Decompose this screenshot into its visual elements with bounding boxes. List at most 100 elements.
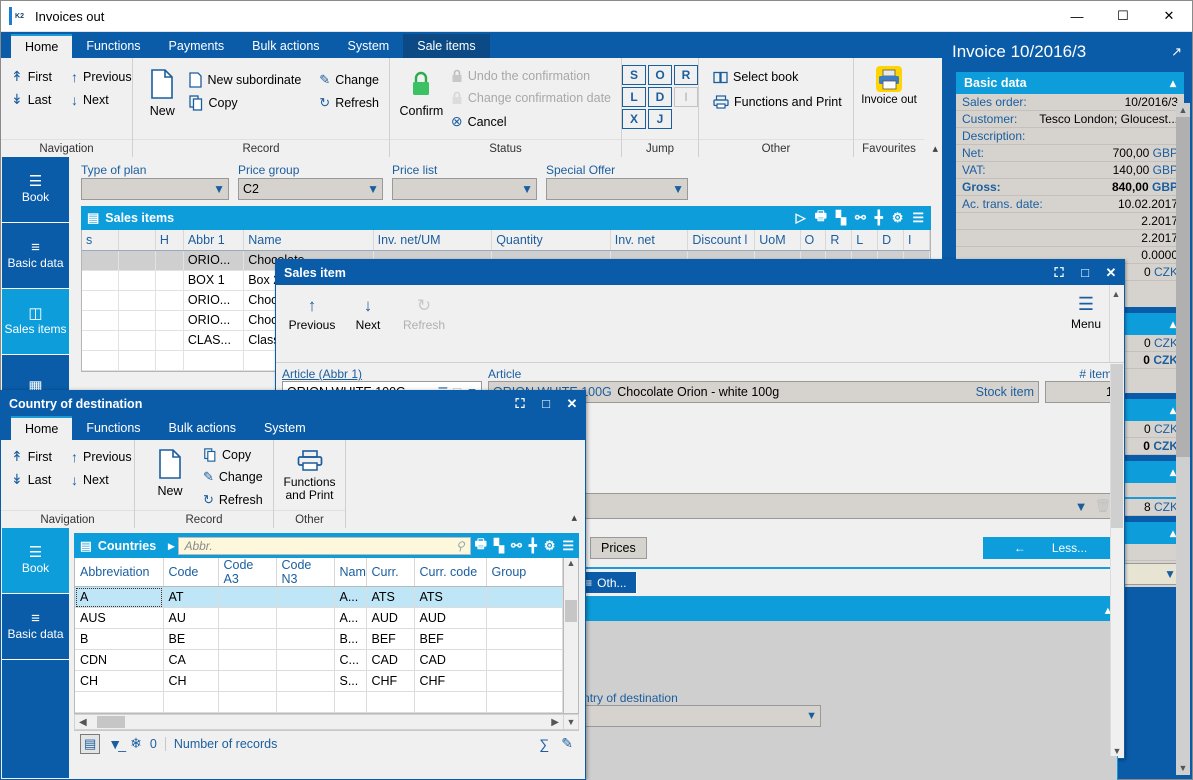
countries-vertical-scrollbar[interactable]: ▲ bbox=[564, 558, 579, 714]
scroll-up-icon[interactable]: ▲ bbox=[564, 558, 578, 568]
col-r[interactable]: R bbox=[825, 230, 853, 251]
price-list-input[interactable]: ▼ bbox=[392, 178, 537, 200]
ribbon-collapse-icon[interactable]: ▴ bbox=[932, 142, 938, 155]
col-h[interactable]: H bbox=[155, 230, 184, 251]
col-abbreviation[interactable]: Abbreviation bbox=[75, 558, 164, 587]
detail-panel-scrollbar[interactable]: ▲ ▼ bbox=[1176, 103, 1190, 775]
previous-button[interactable]: ↑ Previous bbox=[67, 66, 136, 87]
confirm-button[interactable]: Confirm bbox=[396, 62, 447, 118]
first-button[interactable]: ↟ First bbox=[7, 446, 59, 467]
jump-key-d[interactable]: D bbox=[648, 87, 672, 107]
print-icon[interactable]: 🖶 bbox=[815, 207, 827, 229]
sidebar-item-basic-data[interactable]: ≡ Basic data bbox=[2, 594, 69, 660]
col-curr-code[interactable]: Curr. code bbox=[414, 558, 487, 587]
jump-key-j[interactable]: J bbox=[648, 109, 672, 129]
search-input[interactable]: Abbr. ⚲ bbox=[178, 536, 471, 555]
section-header[interactable]: Basic data ▴ bbox=[956, 72, 1184, 94]
table-row[interactable]: A AT A... ATS ATS bbox=[75, 586, 563, 608]
columns-icon[interactable]: ╋ bbox=[875, 210, 883, 226]
tab-functions[interactable]: Functions bbox=[72, 34, 154, 58]
next-button[interactable]: ↓ Next bbox=[67, 469, 113, 490]
col-inv-net-um[interactable]: Inv. net/UM bbox=[373, 230, 493, 251]
tab-home[interactable]: Home bbox=[11, 34, 73, 58]
table-row[interactable]: AUS AU A... AUD AUD bbox=[75, 607, 563, 629]
snowflake-icon[interactable]: ❄ bbox=[130, 735, 142, 752]
stock-item-link[interactable]: Stock item bbox=[976, 385, 1034, 399]
dropdown-arrow-icon[interactable]: ▸ bbox=[168, 538, 174, 553]
tab-bulk-actions[interactable]: Bulk actions bbox=[238, 34, 333, 58]
menu-icon[interactable]: ☰ bbox=[562, 538, 574, 554]
lookup-icon[interactable]: ▼ bbox=[672, 183, 684, 195]
next-button[interactable]: ↓ Next bbox=[340, 288, 396, 362]
menu-icon[interactable]: ☰ bbox=[912, 210, 924, 226]
restore-button[interactable]: ⛶ bbox=[1046, 260, 1072, 285]
settings-icon[interactable]: ⚙ bbox=[544, 538, 556, 554]
col-i[interactable]: I bbox=[903, 230, 930, 251]
col-code-n3[interactable]: Code N3 bbox=[276, 558, 335, 587]
functions-and-print-button[interactable]: Functions and Print bbox=[709, 93, 846, 111]
search-icon[interactable]: ⚲ bbox=[456, 539, 465, 553]
close-button[interactable]: ✕ bbox=[559, 391, 585, 416]
col-name[interactable]: Name bbox=[243, 230, 374, 251]
scrollbar-thumb[interactable] bbox=[1176, 117, 1190, 457]
refresh-button[interactable]: ↻ Refresh bbox=[199, 490, 267, 510]
lookup-icon[interactable]: ▼ bbox=[521, 183, 533, 195]
columns-icon[interactable]: ╋ bbox=[529, 538, 537, 554]
lookup-icon[interactable]: ▼ bbox=[367, 183, 379, 195]
col-discount[interactable]: Discount l bbox=[687, 230, 756, 251]
table-row[interactable]: B BE B... BEF BEF bbox=[75, 628, 563, 650]
lookup-icon[interactable]: ▼ bbox=[1075, 500, 1088, 513]
tab-sale-items[interactable]: Sale items bbox=[403, 34, 490, 58]
ribbon-collapse-icon[interactable]: ▴ bbox=[571, 511, 577, 524]
menu-button[interactable]: ☰ Menu bbox=[1058, 291, 1114, 332]
sidebar-item-basic-data[interactable]: ≡ Basic data bbox=[2, 223, 69, 289]
tree-icon[interactable]: ⚯ bbox=[511, 538, 522, 554]
chevron-up-icon[interactable]: ▴ bbox=[1170, 76, 1176, 90]
restore-button[interactable]: ⛶ bbox=[507, 391, 533, 416]
tab-system[interactable]: System bbox=[250, 416, 320, 440]
sum-icon[interactable]: ∑ bbox=[539, 736, 549, 752]
book-icon[interactable]: ▤ bbox=[80, 733, 101, 754]
col-curr[interactable]: Curr. bbox=[366, 558, 415, 587]
price-group-input[interactable]: C2 ▼ bbox=[238, 178, 383, 200]
lookup-icon[interactable]: ▼ bbox=[1164, 568, 1176, 580]
type-of-plan-input[interactable]: ▼ bbox=[81, 178, 229, 200]
col-code[interactable]: Code bbox=[163, 558, 219, 587]
sidebar-item-sales-items[interactable]: ◫ Sales items bbox=[2, 289, 69, 355]
print-icon[interactable]: 🖶 bbox=[475, 535, 487, 557]
tab-home[interactable]: Home bbox=[11, 416, 73, 440]
new-button[interactable]: New bbox=[141, 442, 199, 498]
scroll-left-icon[interactable]: ◀ bbox=[79, 717, 87, 728]
first-button[interactable]: ↟ First bbox=[7, 66, 59, 87]
less-button[interactable]: ← Less... bbox=[983, 537, 1118, 559]
scrollbar-thumb[interactable] bbox=[1111, 364, 1123, 528]
scroll-down-icon[interactable]: ▼ bbox=[1111, 746, 1123, 756]
copy-button[interactable]: Copy bbox=[199, 446, 267, 464]
copy-button[interactable]: Copy bbox=[185, 93, 305, 113]
col-s[interactable]: s bbox=[82, 230, 120, 251]
minimize-button[interactable]: — bbox=[1054, 1, 1100, 32]
col-blank[interactable] bbox=[118, 230, 156, 251]
countries-horizontal-scrollbar[interactable]: ◀ ▶ bbox=[74, 714, 564, 730]
functions-and-print-button[interactable]: Functions and Print bbox=[280, 444, 339, 501]
country-of-destination-input[interactable]: ▼ bbox=[561, 705, 821, 727]
change-button[interactable]: ✎ Change bbox=[199, 467, 267, 487]
maximize-button[interactable]: □ bbox=[1072, 260, 1098, 285]
change-button[interactable]: ✎ Change bbox=[315, 70, 383, 90]
play-icon[interactable]: ▷ bbox=[796, 210, 806, 226]
items-input[interactable]: 1 bbox=[1045, 381, 1118, 403]
tab-bulk-actions[interactable]: Bulk actions bbox=[155, 416, 250, 440]
scroll-down-icon[interactable]: ▼ bbox=[564, 714, 579, 730]
sales-item-window-scrollbar[interactable]: ▼ bbox=[1110, 364, 1123, 756]
col-code-a3[interactable]: Code A3 bbox=[218, 558, 277, 587]
new-button[interactable]: New bbox=[139, 62, 185, 118]
table-row[interactable]: CH CH S... CHF CHF bbox=[75, 670, 563, 692]
prices-button[interactable]: Prices bbox=[590, 537, 647, 559]
maximize-button[interactable]: ☐ bbox=[1100, 1, 1146, 32]
sidebar-item-book[interactable]: ☰ Book bbox=[2, 528, 69, 594]
previous-button[interactable]: ↑ Previous bbox=[284, 288, 340, 362]
jump-key-r[interactable]: R bbox=[674, 65, 698, 85]
table-row[interactable]: CDN CA C... CAD CAD bbox=[75, 649, 563, 671]
lookup-icon[interactable]: ▼ bbox=[213, 183, 225, 195]
last-button[interactable]: ↡ Last bbox=[7, 469, 59, 490]
